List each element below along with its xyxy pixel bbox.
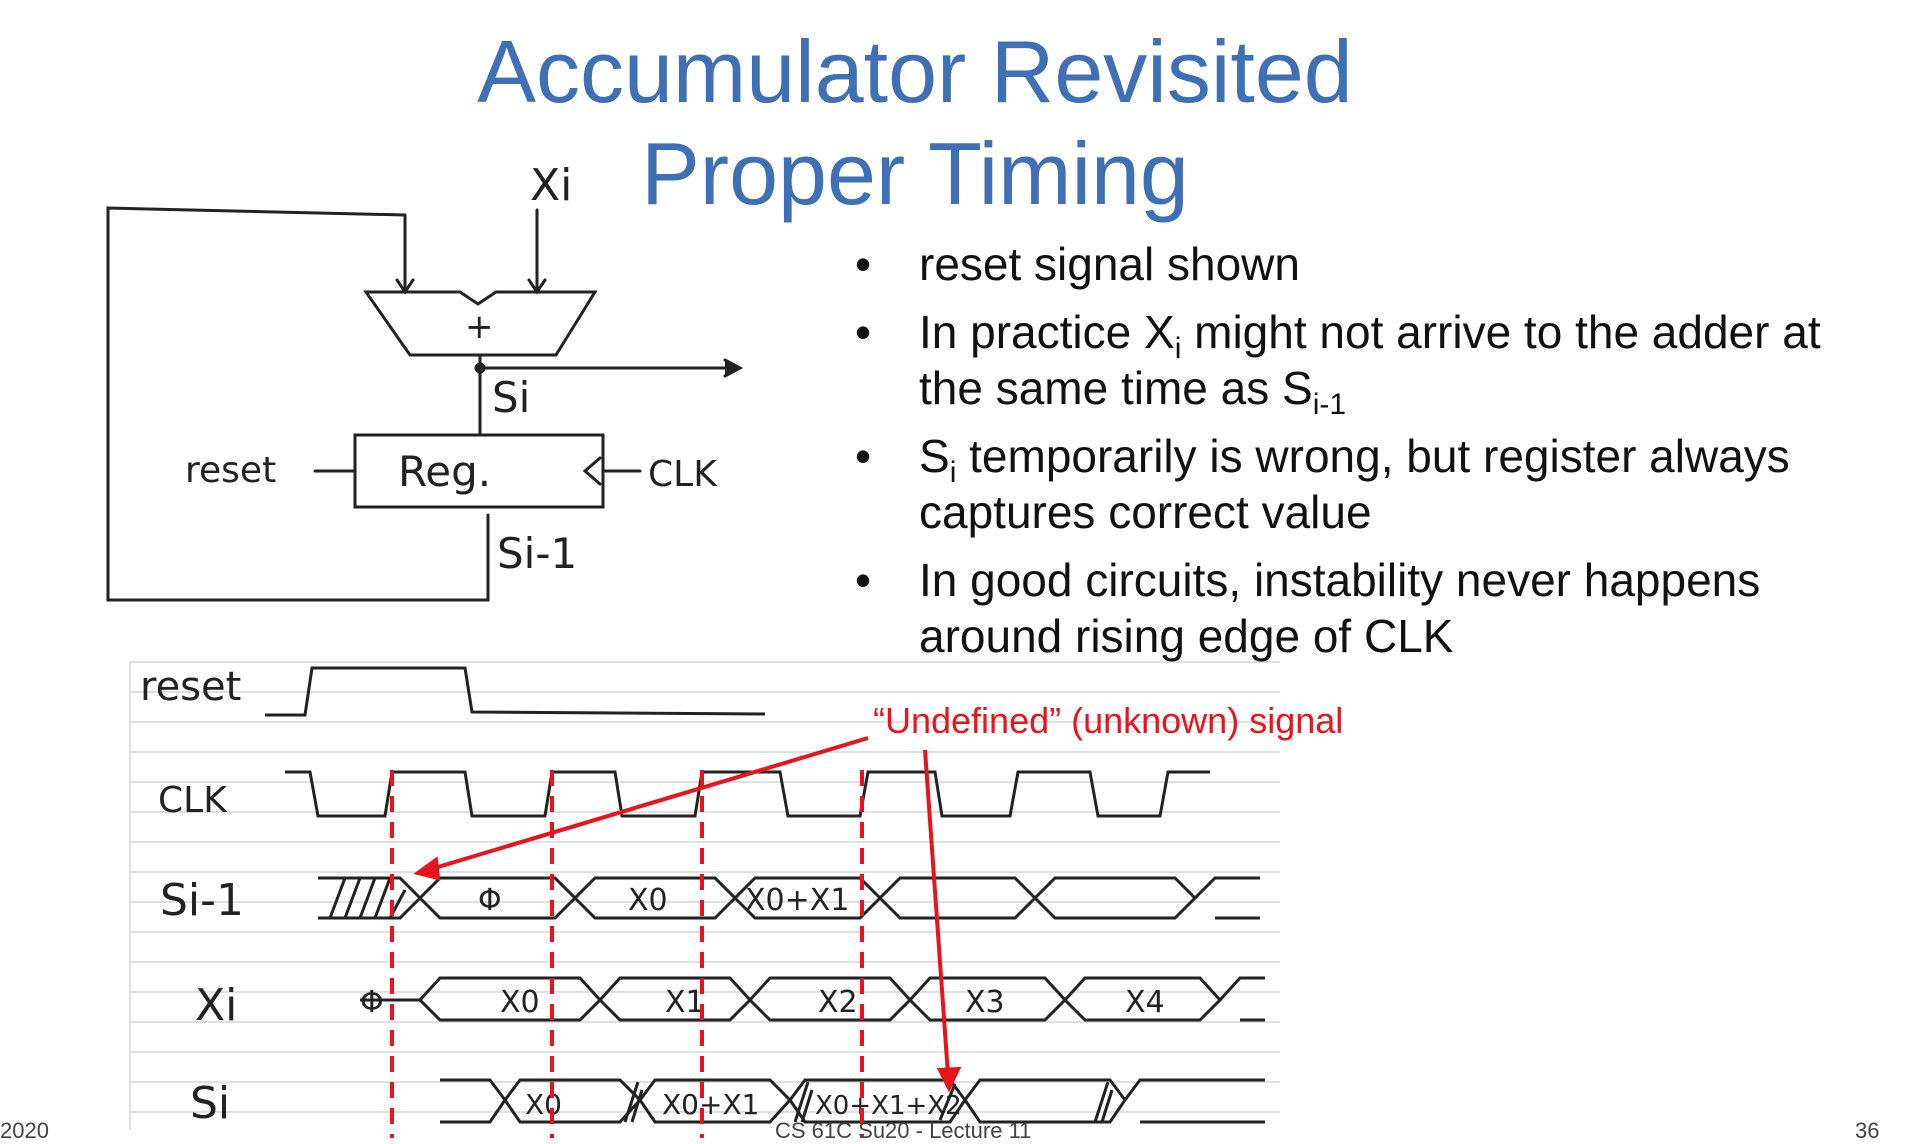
xi-value-x0: X0 <box>500 985 540 1020</box>
circuit-reset-label: reset <box>185 450 276 491</box>
circuit-clk-label: CLK <box>648 454 718 495</box>
xi-value-x2: X2 <box>818 985 858 1020</box>
footer-left: 2020 <box>0 1118 49 1143</box>
timing-clk-label: CLK <box>158 780 228 821</box>
footer-right: 36 <box>1855 1118 1880 1143</box>
si-value-x0x1x2: X0+X1+X2 <box>815 1091 962 1121</box>
circuit-xi-label: Xi <box>530 160 572 211</box>
bullet-temporary: Si temporarily is wrong, but register al… <box>855 428 1895 540</box>
xi-value-x1: X1 <box>665 985 705 1020</box>
timing-xi-label: Xi <box>195 980 237 1031</box>
si-value-x0: X0 <box>525 1088 562 1121</box>
bullet-good-circuits: In good circuits, instability never happ… <box>855 552 1895 664</box>
undefined-signal-annotation: “Undefined” (unknown) signal <box>873 700 1344 741</box>
bullet-list: reset signal shown In practice Xi might … <box>855 236 1895 676</box>
accumulator-circuit <box>106 206 744 602</box>
xi-value-phi: Φ <box>360 985 384 1020</box>
timing-reset-label: reset <box>140 664 241 710</box>
clock-edge-markers <box>390 770 864 1138</box>
clk-waveform <box>285 770 1210 818</box>
si1-value-x0: X0 <box>628 883 668 918</box>
circuit-plus-label: + <box>465 307 494 347</box>
bullet-arrival: In practice Xi might not arrive to the a… <box>855 304 1895 420</box>
circuit-si-label: Si <box>492 373 530 422</box>
circuit-reg-label: Reg. <box>398 447 491 496</box>
si-value-x0x1: X0+X1 <box>662 1088 759 1121</box>
footer-center: CS 61C Su20 - Lecture 11 <box>775 1118 1032 1143</box>
si1-value-phi: Φ <box>478 883 502 918</box>
timing-si-label: Si <box>190 1078 230 1129</box>
xi-value-x3: X3 <box>965 985 1005 1020</box>
xi-value-x4: X4 <box>1125 985 1165 1020</box>
circuit-si1-label: Si-1 <box>497 529 577 578</box>
si1-value-x0x1: X0+X1 <box>745 883 849 918</box>
timing-si1-label: Si-1 <box>160 875 244 926</box>
bullet-reset: reset signal shown <box>855 236 1895 292</box>
